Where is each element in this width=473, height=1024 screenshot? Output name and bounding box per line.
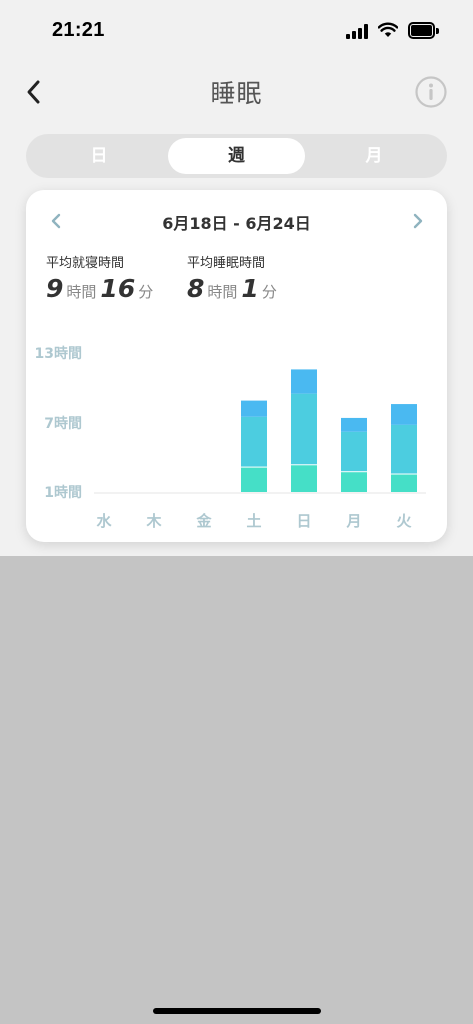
tab-week[interactable]: 週 <box>168 138 305 174</box>
x-tick-label: 土 <box>246 512 262 530</box>
bar-segment[interactable] <box>341 431 367 472</box>
tab-month[interactable]: 月 <box>305 138 443 174</box>
tab-day[interactable]: 日 <box>30 138 168 174</box>
home-indicator <box>153 1008 321 1014</box>
x-tick-label: 日 <box>296 512 312 530</box>
wifi-icon <box>378 22 398 37</box>
period-segmented-control: 日 週 月 <box>26 134 447 178</box>
bar-segment[interactable] <box>391 474 417 492</box>
screen-background: 21:21 睡眠 日 週 月 6月18日 - 6月24日 平均就寝時間 9 時間… <box>0 0 473 556</box>
bar-segment[interactable] <box>391 404 417 425</box>
bar-segment[interactable] <box>391 424 417 474</box>
bar-segment[interactable] <box>341 472 367 492</box>
bar-segment[interactable] <box>291 465 317 492</box>
bar-segment[interactable] <box>241 467 267 492</box>
bar-segment[interactable] <box>341 417 367 432</box>
bar-segment[interactable] <box>291 393 317 465</box>
x-tick-label: 金 <box>196 512 212 530</box>
status-bar: 21:21 <box>0 0 473 60</box>
x-tick-label: 水 <box>96 512 112 530</box>
status-time: 21:21 <box>52 19 105 41</box>
info-icon[interactable] <box>414 75 448 109</box>
bar-segment[interactable] <box>241 416 267 467</box>
sleep-summary-card: 6月18日 - 6月24日 平均就寝時間 9 時間 16 分 平均睡眠時間 8 時間 1 分… <box>26 190 447 542</box>
x-tick-label: 火 <box>396 512 412 530</box>
battery-icon <box>408 22 439 39</box>
sleep-bar-chart <box>94 369 426 494</box>
cellular-signal-icon <box>346 24 370 39</box>
bar-segment[interactable] <box>241 400 267 417</box>
x-tick-label: 木 <box>146 512 162 530</box>
navigation-bar: 睡眠 <box>0 60 473 124</box>
x-tick-label: 月 <box>346 512 362 530</box>
bar-segment[interactable] <box>291 369 317 394</box>
page-title: 睡眠 <box>210 79 263 108</box>
